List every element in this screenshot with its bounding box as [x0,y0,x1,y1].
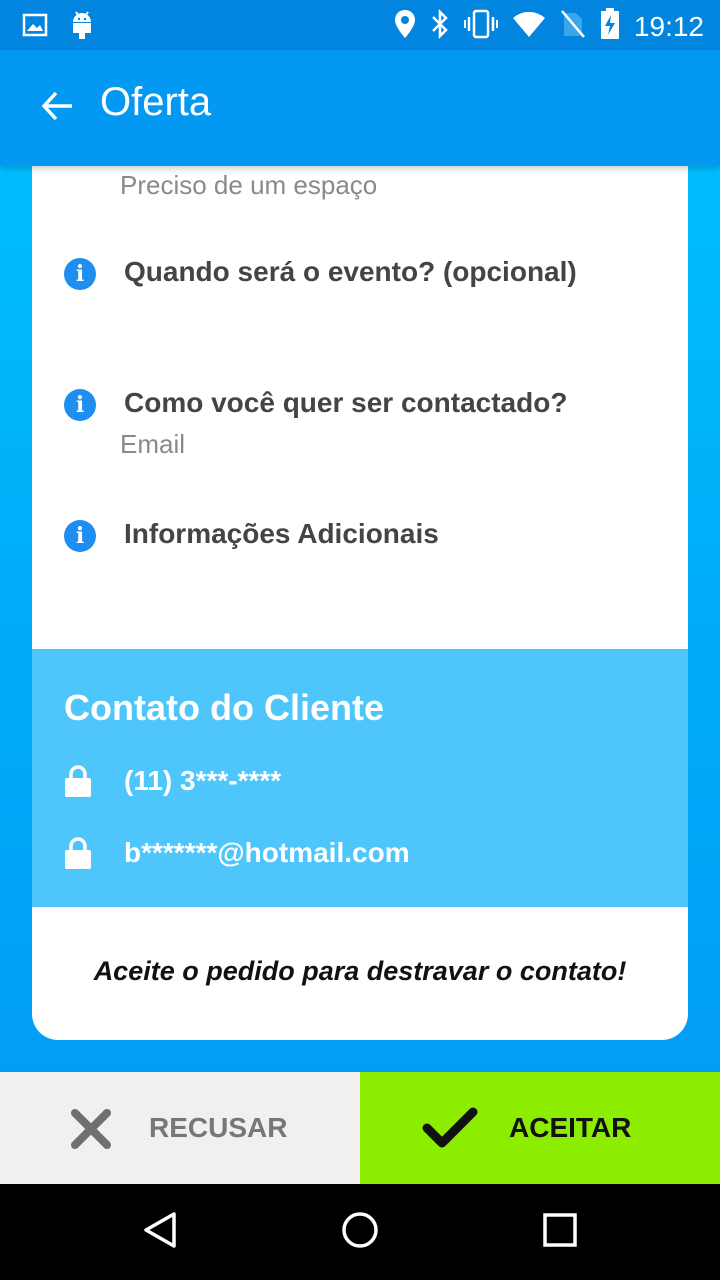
battery-charging-icon [600,8,620,45]
close-icon [70,1108,112,1155]
checkmark-icon [422,1106,478,1155]
reject-label: RECUSAR [149,1112,288,1143]
accept-button[interactable]: ACEITAR [360,1072,720,1184]
contact-title: Contato do Cliente [64,687,384,728]
arrow-left-icon [40,88,76,129]
circle-home-icon [340,1210,380,1255]
info-icon: i [64,258,96,290]
vibrate-icon [463,9,498,44]
question-label: Informações Adicionais [124,518,439,549]
status-time: 19:12 [633,10,704,42]
contact-email-row: b*******@hotmail.com [32,833,688,873]
back-button[interactable] [30,80,86,136]
lock-icon [64,764,92,798]
location-icon [394,9,416,44]
client-contact-box: Contato do Cliente (11) 3***-**** b*****… [32,649,688,907]
image-icon [22,12,48,43]
lock-icon [64,836,92,870]
wifi-icon [512,10,546,43]
contact-phone: (11) 3***-**** [124,765,282,796]
question-label: Quando será o evento? (opcional) [124,256,577,287]
status-bar: 19:12 [0,0,720,50]
bluetooth-icon [430,8,450,44]
info-icon: i [64,389,96,421]
info-icon: i [64,520,96,552]
system-nav-bar [0,1184,720,1280]
action-bar: RECUSAR ACEITAR [0,1072,720,1184]
page-title: Oferta [100,80,212,124]
nav-recents-button[interactable] [536,1208,584,1256]
triangle-back-icon [140,1210,180,1255]
contact-phone-row: (11) 3***-**** [32,761,688,801]
accept-label: ACEITAR [509,1112,632,1143]
app-bar: Oferta [0,50,720,166]
nav-home-button[interactable] [336,1208,384,1256]
unlock-message: Aceite o pedido para destravar o contato… [93,956,627,986]
nav-back-button[interactable] [136,1208,184,1256]
no-sim-icon [560,9,586,44]
previous-answer: Preciso de um espaço [120,170,378,200]
offer-card: Preciso de um espaço i Quando será o eve… [32,166,688,1040]
square-recents-icon [542,1212,578,1253]
reject-button[interactable]: RECUSAR [0,1072,360,1184]
contact-email: b*******@hotmail.com [124,837,410,868]
android-icon [70,10,94,45]
question-label: Como você quer ser contactado? [124,387,568,418]
question-answer: Email [120,429,186,459]
